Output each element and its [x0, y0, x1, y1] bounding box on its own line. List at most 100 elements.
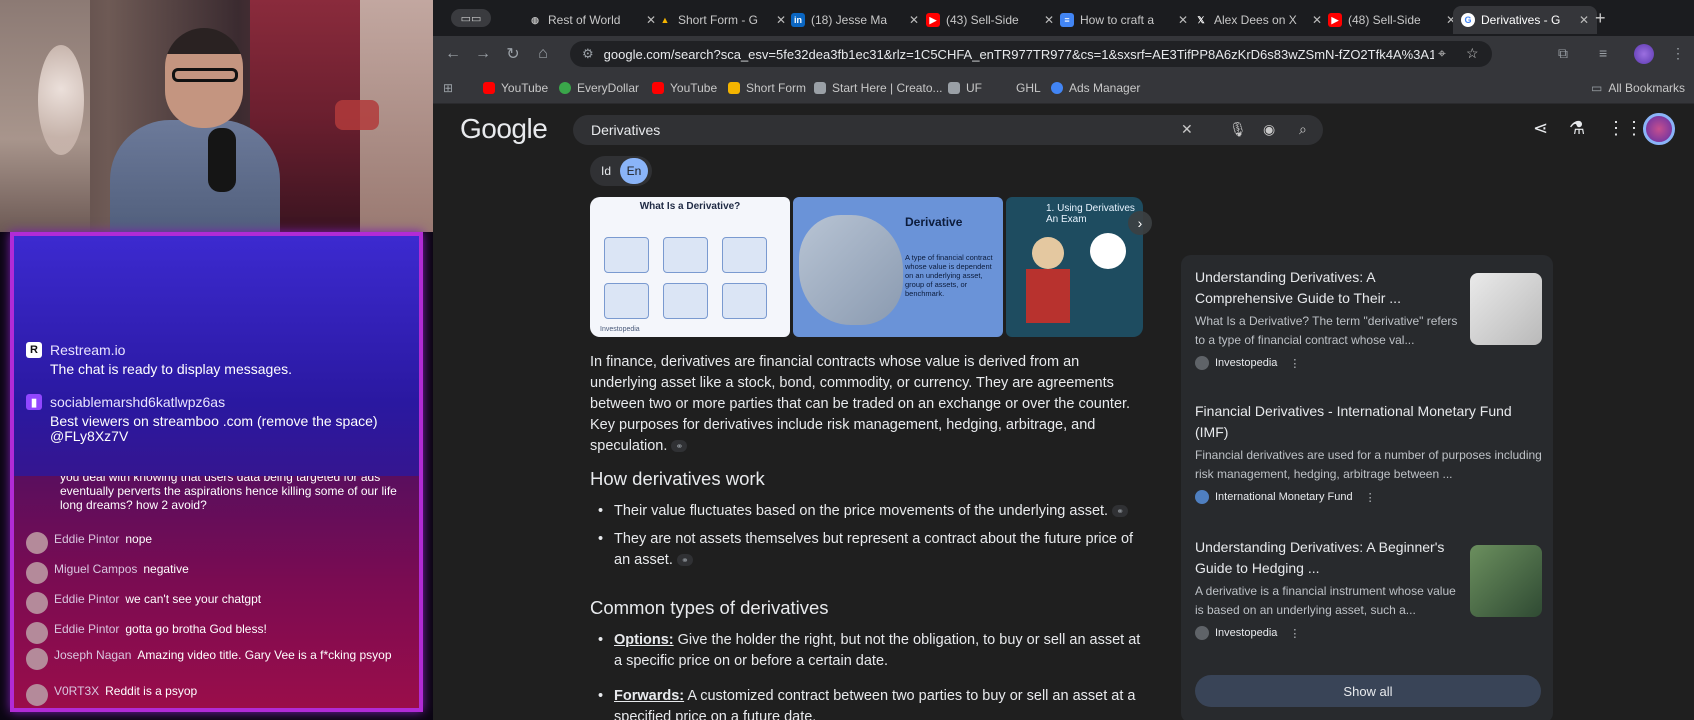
apps-grid-icon[interactable]: ⊞ [443, 81, 453, 95]
more-options-icon[interactable]: ⋮ [1289, 627, 1300, 640]
more-options-icon[interactable]: ⋮ [1289, 357, 1300, 370]
handshake-illustration [799, 215, 903, 325]
source-card[interactable]: Understanding Derivatives: A Beginner's … [1195, 537, 1465, 640]
camera-lens-icon[interactable]: ◉ [1263, 121, 1275, 138]
bookmark-youtube[interactable]: YouTube [483, 81, 548, 95]
list-item: Forwards: A customized contract between … [598, 686, 1144, 720]
bookmark-ghl[interactable]: GHL [998, 81, 1041, 95]
labs-flask-icon[interactable]: ⚗ [1569, 118, 1585, 139]
imf-icon [1195, 490, 1209, 504]
image-carousel: What Is a Derivative? Investopedia Deriv… [590, 197, 1143, 337]
location-pin-icon[interactable]: ⌖ [1438, 45, 1446, 62]
more-menu-icon[interactable]: ⋮ [1671, 45, 1685, 62]
bookmark-everydollar[interactable]: EveryDollar [559, 81, 639, 95]
list-item: Options: Give the holder the right, but … [598, 630, 1144, 672]
chat-message: you deal with knowing that users data be… [60, 476, 397, 512]
lamp-decoration [38, 45, 84, 155]
tab-youtube-sell-side[interactable]: ▶ (43) Sell-Side ✕ [918, 6, 1062, 34]
overview-definition: In finance, derivatives are financial co… [590, 354, 1131, 454]
avatar [26, 532, 48, 554]
carousel-image[interactable]: 1. Using Derivatives An Exam [1006, 197, 1143, 337]
carousel-image[interactable]: What Is a Derivative? Investopedia [590, 197, 790, 337]
youtube-icon [652, 82, 664, 94]
source-card[interactable]: Financial Derivatives - International Mo… [1195, 401, 1545, 504]
apps-grid-icon[interactable]: ⋮⋮ [1607, 118, 1643, 139]
microphone-icon[interactable]: 🎙 [1229, 121, 1247, 138]
media-control-icon[interactable]: ≡ [1599, 45, 1607, 61]
source-card[interactable]: Understanding Derivatives: A Comprehensi… [1195, 267, 1465, 370]
account-avatar[interactable] [1643, 113, 1675, 145]
language-toggle[interactable]: Id En [590, 156, 652, 186]
carousel-image[interactable]: Derivative A type of financial contract … [793, 197, 1003, 337]
section-heading: Common types of derivatives [590, 597, 829, 618]
chat-message: Eddie Pintor nope [26, 532, 411, 554]
bookmark-star-icon[interactable]: ☆ [1466, 45, 1479, 62]
back-arrow-icon[interactable]: ← [443, 44, 463, 64]
lang-option-id[interactable]: Id [592, 158, 620, 184]
chat-system-message: ▮ sociablemarshd6katlwpz6as Best viewers … [26, 394, 416, 444]
search-input[interactable]: Derivatives ✕ 🎙 ◉ ⌕ [573, 115, 1323, 145]
chevron-right-icon[interactable]: › [1128, 211, 1152, 235]
folder-icon: ▭ [1591, 81, 1603, 95]
chat-message: Eddie Pintor we can't see your chatgpt [26, 592, 411, 614]
tab-strip: ▭▭ ◍ Rest of World ✕ ▲ Short Form - G ✕ … [433, 0, 1694, 36]
youtube-sign-icon [335, 100, 379, 130]
tab-search-button[interactable]: ▭▭ [451, 9, 491, 27]
search-icon[interactable]: ⌕ [1299, 121, 1307, 138]
extensions-icon[interactable]: ⧉ [1558, 45, 1568, 62]
youtube-icon: ▶ [926, 13, 940, 27]
show-all-button[interactable]: Show all [1195, 675, 1541, 707]
source-thumbnail[interactable] [1470, 545, 1542, 617]
chat-message: Joseph Nagan Amazing video title. Gary V… [26, 648, 411, 670]
tab-short-form[interactable]: ▲ Short Form - G ✕ [650, 6, 794, 34]
source-thumbnail[interactable] [1470, 273, 1542, 345]
google-drive-icon [728, 82, 740, 94]
forward-arrow-icon[interactable]: → [473, 44, 493, 64]
site-info-icon[interactable]: ⚙ [582, 46, 594, 62]
page-icon [948, 82, 960, 94]
everydollar-icon [559, 82, 571, 94]
list-item: Their value fluctuates based on the pric… [598, 501, 1144, 522]
webcam-feed [0, 0, 433, 232]
profile-avatar[interactable] [1634, 44, 1654, 64]
chrome-window: ▭▭ ◍ Rest of World ✕ ▲ Short Form - G ✕ … [433, 0, 1694, 720]
youtube-icon [483, 82, 495, 94]
share-icon[interactable]: ⋖ [1533, 118, 1548, 139]
avatar [26, 684, 48, 706]
reload-icon[interactable]: ↻ [503, 44, 523, 64]
tab-derivatives-google[interactable]: G Derivatives - G ✕ [1453, 6, 1598, 34]
page-icon [814, 82, 826, 94]
bookmark-start-here[interactable]: Start Here | Creato... [814, 81, 943, 95]
new-tab-button[interactable]: + [1595, 8, 1606, 29]
bookmark-uf[interactable]: UF [948, 81, 982, 95]
all-bookmarks[interactable]: ▭ All Bookmarks [1591, 81, 1685, 95]
more-options-icon[interactable]: ⋮ [1365, 491, 1376, 504]
avatar [26, 648, 48, 670]
investopedia-icon [1195, 356, 1209, 370]
lang-option-en[interactable]: En [620, 158, 648, 184]
bookmark-youtube-2[interactable]: YouTube [652, 81, 717, 95]
tab-linkedin[interactable]: in (18) Jesse Ma ✕ [783, 6, 927, 34]
link-icon[interactable]: ⚭ [1112, 505, 1129, 518]
bookmark-short-form[interactable]: Short Form [728, 81, 806, 95]
clear-icon[interactable]: ✕ [1181, 121, 1193, 138]
close-icon[interactable]: ✕ [1579, 13, 1589, 27]
chat-panel: R Restream.io The chat is ready to displa… [10, 232, 423, 712]
address-bar[interactable]: ⚙ google.com/search?sca_esv=5fe32dea3fb1… [570, 41, 1492, 67]
tab-alex-dees[interactable]: 𝕏 Alex Dees on X ✕ [1186, 6, 1330, 34]
x-logo-icon: 𝕏 [1197, 14, 1205, 25]
home-icon[interactable]: ⌂ [533, 44, 553, 64]
tab-rest-of-world[interactable]: ◍ Rest of World ✕ [520, 6, 664, 34]
bookmarks-bar: ⊞ YouTube EveryDollar YouTube Short Form… [433, 72, 1694, 104]
bookmark-ads-manager[interactable]: Ads Manager [1051, 81, 1140, 95]
stream-overlay: R Restream.io The chat is ready to displa… [0, 0, 433, 720]
chat-message: Miguel Campos negative [26, 562, 411, 584]
google-logo[interactable]: Google [460, 113, 548, 145]
microphone-icon [208, 128, 236, 192]
link-icon[interactable]: ⚭ [676, 554, 693, 567]
link-icon[interactable]: ⚭ [671, 440, 688, 453]
tab-how-to-craft[interactable]: ≡ How to craft a ✕ [1052, 6, 1196, 34]
google-icon: G [1461, 13, 1475, 27]
tab-youtube-sell-side-2[interactable]: ▶ (48) Sell-Side ✕ [1320, 6, 1464, 34]
page-icon [998, 82, 1010, 94]
